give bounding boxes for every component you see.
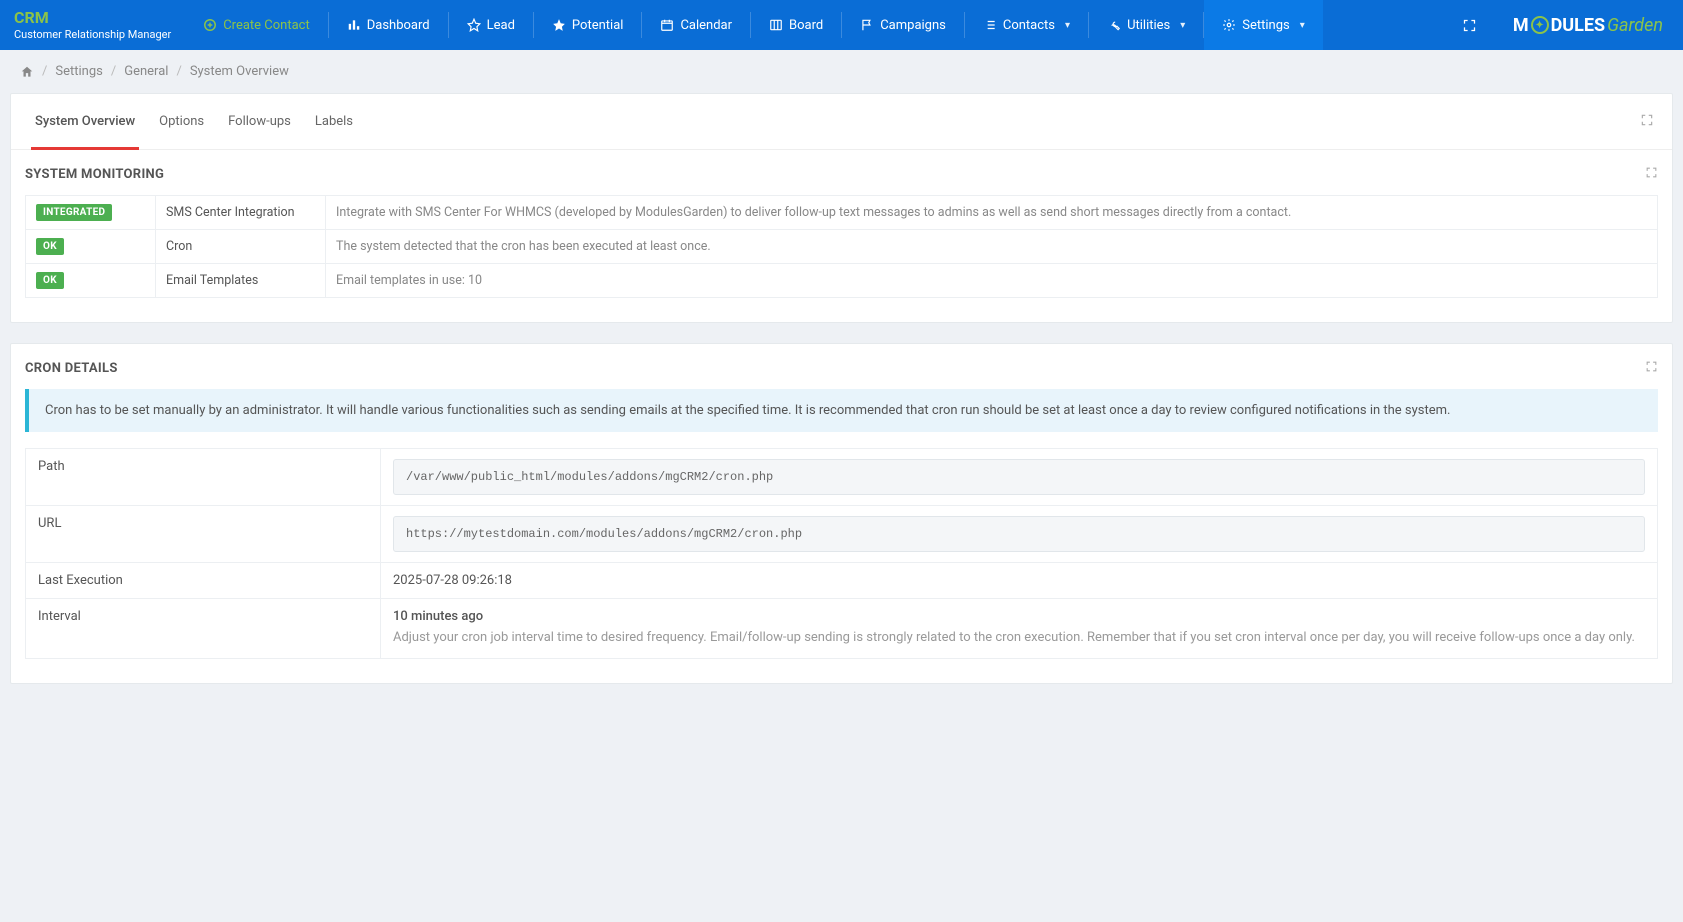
cron-interval-label: Interval (26, 599, 381, 659)
table-row: URL (26, 506, 1658, 563)
nav-board[interactable]: Board (751, 0, 841, 50)
panel-expand-button[interactable] (1634, 95, 1660, 149)
cron-last-value: 2025-07-28 09:26:18 (381, 563, 1658, 599)
tabs-row: System Overview Options Follow-ups Label… (11, 94, 1672, 150)
breadcrumb-settings[interactable]: Settings (55, 64, 102, 79)
logo-o-icon: ✦ (1531, 16, 1549, 34)
nav-dashboard[interactable]: Dashboard (329, 0, 448, 50)
nav-campaigns[interactable]: Campaigns (842, 0, 964, 50)
logo-part: Garden (1607, 15, 1663, 36)
breadcrumbs: / Settings / General / System Overview (0, 50, 1683, 93)
nav-label: Lead (487, 18, 515, 33)
nav-label: Settings (1242, 18, 1289, 33)
breadcrumb-general[interactable]: General (124, 64, 168, 79)
cron-path-label: Path (26, 449, 381, 506)
flag-icon (860, 18, 874, 32)
nav-potential[interactable]: Potential (534, 0, 642, 50)
brand-title: CRM (14, 10, 171, 26)
cron-url-field[interactable] (393, 516, 1645, 552)
brand-subtitle: Customer Relationship Manager (14, 28, 171, 41)
breadcrumb-separator: / (42, 64, 47, 79)
cron-interval-value: 10 minutes ago (393, 609, 1645, 624)
cron-last-label: Last Execution (26, 563, 381, 599)
main-nav: Create Contact Dashboard Lead Potential … (185, 0, 1446, 50)
section-title: CRON DETAILS (25, 361, 118, 376)
monitoring-desc: Email templates in use: 10 (326, 264, 1658, 298)
section-expand-button[interactable] (1645, 166, 1658, 183)
table-row: INTEGRATED SMS Center Integration Integr… (26, 196, 1658, 230)
nav-label: Board (789, 18, 823, 33)
status-badge: OK (36, 238, 64, 255)
logo-part: DULES (1551, 15, 1606, 36)
monitoring-name: Cron (156, 230, 326, 264)
chevron-down-icon: ▾ (1065, 20, 1070, 31)
cron-url-label: URL (26, 506, 381, 563)
tab-followups[interactable]: Follow-ups (216, 94, 303, 149)
calendar-icon (660, 18, 674, 32)
breadcrumb-separator: / (111, 64, 116, 79)
nav-label: Campaigns (880, 18, 946, 33)
nav-label: Utilities (1127, 18, 1170, 33)
cron-info-alert: Cron has to be set manually by an admini… (25, 389, 1658, 432)
list-icon (983, 18, 997, 32)
breadcrumb-separator: / (176, 64, 181, 79)
monitoring-table: INTEGRATED SMS Center Integration Integr… (25, 195, 1658, 298)
monitoring-name: SMS Center Integration (156, 196, 326, 230)
brand: CRM Customer Relationship Manager (0, 10, 185, 41)
nav-label: Potential (572, 18, 624, 33)
status-badge: INTEGRATED (36, 204, 112, 221)
monitoring-desc: Integrate with SMS Center For WHMCS (dev… (326, 196, 1658, 230)
nav-label: Calendar (680, 18, 732, 33)
gear-icon (1222, 18, 1236, 32)
board-icon (769, 18, 783, 32)
tab-system-overview[interactable]: System Overview (23, 94, 147, 149)
star-icon (552, 18, 566, 32)
cron-details-section: CRON DETAILS Cron has to be set manually… (11, 344, 1672, 683)
nav-calendar[interactable]: Calendar (642, 0, 750, 50)
bar-chart-icon (347, 18, 361, 32)
tabs-panel: System Overview Options Follow-ups Label… (10, 93, 1673, 323)
nav-right: M✦DULESGarden (1446, 0, 1683, 50)
nav-settings[interactable]: Settings ▾ (1204, 0, 1323, 50)
expand-icon (1640, 113, 1654, 127)
nav-label: Create Contact (223, 18, 310, 33)
table-row: OK Cron The system detected that the cro… (26, 230, 1658, 264)
tab-options[interactable]: Options (147, 94, 216, 149)
expand-icon (1645, 166, 1658, 179)
table-row: Interval 10 minutes ago Adjust your cron… (26, 599, 1658, 659)
table-row: OK Email Templates Email templates in us… (26, 264, 1658, 298)
nav-contacts[interactable]: Contacts ▾ (965, 0, 1088, 50)
fullscreen-button[interactable] (1446, 18, 1493, 33)
plus-circle-icon (203, 18, 217, 32)
breadcrumb-current: System Overview (190, 64, 289, 79)
nav-utilities[interactable]: Utilities ▾ (1089, 0, 1203, 50)
cron-interval-note: Adjust your cron job interval time to de… (393, 628, 1645, 648)
cron-path-field[interactable] (393, 459, 1645, 495)
monitoring-desc: The system detected that the cron has be… (326, 230, 1658, 264)
table-row: Last Execution 2025-07-28 09:26:18 (26, 563, 1658, 599)
top-navigation: CRM Customer Relationship Manager Create… (0, 0, 1683, 50)
status-badge: OK (36, 272, 64, 289)
expand-icon (1645, 360, 1658, 373)
nav-label: Contacts (1003, 18, 1055, 33)
create-contact-button[interactable]: Create Contact (185, 0, 328, 50)
wrench-icon (1107, 18, 1121, 32)
table-row: Path (26, 449, 1658, 506)
nav-label: Dashboard (367, 18, 430, 33)
section-title: SYSTEM MONITORING (25, 167, 164, 182)
cron-details-table: Path URL Last Execution 2025-07-28 09:26… (25, 448, 1658, 659)
fullscreen-icon (1462, 18, 1477, 33)
cron-panel: CRON DETAILS Cron has to be set manually… (10, 343, 1673, 684)
chevron-down-icon: ▾ (1180, 20, 1185, 31)
tab-labels[interactable]: Labels (303, 94, 365, 149)
section-expand-button[interactable] (1645, 360, 1658, 377)
home-icon[interactable] (20, 65, 34, 79)
monitoring-name: Email Templates (156, 264, 326, 298)
star-outline-icon (467, 18, 481, 32)
logo-part: M (1513, 15, 1529, 36)
system-monitoring-section: SYSTEM MONITORING INTEGRATED SMS Center … (11, 150, 1672, 322)
chevron-down-icon: ▾ (1300, 20, 1305, 31)
nav-lead[interactable]: Lead (449, 0, 533, 50)
modulesgarden-logo: M✦DULESGarden (1493, 15, 1683, 36)
